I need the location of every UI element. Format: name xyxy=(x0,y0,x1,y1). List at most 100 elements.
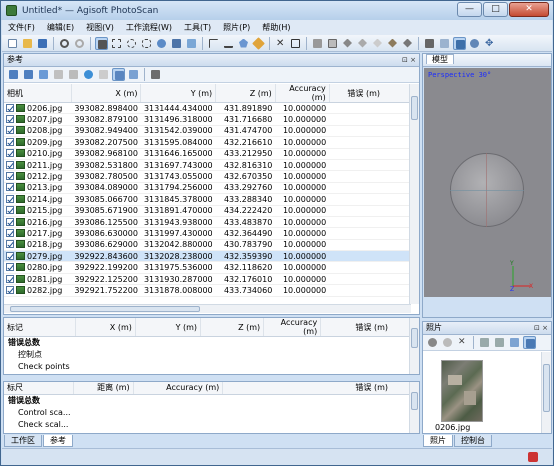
reset-view-icon[interactable] xyxy=(468,37,481,50)
remove-icon[interactable]: ✕ xyxy=(456,336,469,349)
optimize-icon[interactable] xyxy=(52,68,65,81)
free-select-icon[interactable] xyxy=(140,37,153,50)
camera-row[interactable]: 0279.jpg 392922.843600 3132028.238000 432.3… xyxy=(4,250,411,263)
polygon-icon[interactable] xyxy=(237,37,250,50)
new-icon[interactable] xyxy=(6,37,19,50)
col-marker-x[interactable]: X (m) xyxy=(75,318,136,337)
col-scalebar-accuracy[interactable]: Accuracy (m) xyxy=(133,382,224,395)
menu-file[interactable]: 文件(F) xyxy=(2,20,41,35)
rotate-object-icon[interactable] xyxy=(155,37,168,50)
scalebars-vscrollbar[interactable] xyxy=(409,382,419,433)
col-scalebar[interactable]: 标尺 xyxy=(4,382,75,395)
photo-view-icon[interactable] xyxy=(523,336,536,349)
tab-workspace[interactable]: 工作区 xyxy=(4,435,42,447)
delete-icon[interactable]: ✕ xyxy=(274,37,287,50)
camera-name-cell[interactable]: 0211.jpg xyxy=(4,159,72,172)
rect-select-icon[interactable] xyxy=(110,37,123,50)
model-viewport[interactable]: Perspective 30° Y Z X xyxy=(424,68,551,297)
camera-row[interactable]: 0282.jpg 392921.752200 3131878.008000 433.7… xyxy=(4,284,411,297)
col-camera[interactable]: 相机 xyxy=(4,84,72,103)
model-view-icon[interactable] xyxy=(311,37,324,50)
maximize-button[interactable]: □ xyxy=(483,2,508,17)
shaded-icon[interactable] xyxy=(341,37,354,50)
ruler-icon[interactable] xyxy=(222,37,235,50)
camera-name-cell[interactable]: 0280.jpg xyxy=(4,261,72,274)
photos-panel-controls[interactable]: ⊡ × xyxy=(534,322,548,334)
camera-row[interactable]: 0218.jpg 393086.629000 3132042.880000 430.7… xyxy=(4,239,411,252)
settings-icon[interactable] xyxy=(149,68,162,81)
camera-row[interactable]: 0208.jpg 393082.949400 3131542.039000 431.4… xyxy=(4,125,411,138)
camera-checkbox[interactable] xyxy=(6,183,14,192)
camera-name-cell[interactable]: 0207.jpg xyxy=(4,113,72,126)
camera-checkbox[interactable] xyxy=(6,160,14,169)
camera-name-cell[interactable]: 0282.jpg xyxy=(4,284,72,297)
camera-row[interactable]: 0217.jpg 393086.630000 3131997.430000 432.3… xyxy=(4,227,411,240)
save-icon[interactable] xyxy=(36,37,49,50)
camera-row[interactable]: 0212.jpg 393082.780500 3131743.055000 432.6… xyxy=(4,170,411,183)
draw-icon[interactable] xyxy=(252,36,265,50)
camera-checkbox[interactable] xyxy=(6,274,14,283)
camera-row[interactable]: 0213.jpg 393084.089000 3131794.256000 433.2… xyxy=(4,182,411,195)
tab-console[interactable]: 控制台 xyxy=(454,435,492,447)
view-errors-icon[interactable] xyxy=(127,68,140,81)
col-marker-z[interactable]: Z (m) xyxy=(200,318,265,337)
camera-row[interactable]: 0207.jpg 393082.879100 3131496.318000 431.7… xyxy=(4,113,411,126)
camera-row[interactable]: 0209.jpg 393082.207500 3131595.084000 432.2… xyxy=(4,136,411,149)
wireframe-icon[interactable] xyxy=(371,37,384,50)
camera-checkbox[interactable] xyxy=(6,228,14,237)
camera-name-cell[interactable]: 0218.jpg xyxy=(4,239,72,252)
crop-icon[interactable] xyxy=(289,37,302,50)
camera-checkbox[interactable] xyxy=(6,240,14,249)
minimize-button[interactable]: — xyxy=(457,2,482,17)
refresh-icon[interactable] xyxy=(82,68,95,81)
view-estimated-icon[interactable] xyxy=(112,68,125,81)
camera-checkbox[interactable] xyxy=(6,126,14,135)
camera-name-cell[interactable]: 0209.jpg xyxy=(4,136,72,149)
camera-name-cell[interactable]: 0281.jpg xyxy=(4,273,72,286)
camera-name-cell[interactable]: 0217.jpg xyxy=(4,227,72,240)
view-source-icon[interactable] xyxy=(97,68,110,81)
cameras-show-icon[interactable] xyxy=(438,37,451,50)
col-distance[interactable]: 距离 (m) xyxy=(73,382,134,395)
menu-view[interactable]: 视图(V) xyxy=(80,20,120,35)
camera-name-cell[interactable]: 0214.jpg xyxy=(4,193,72,206)
camera-row[interactable]: 0280.jpg 392922.199200 3131975.536000 432.1… xyxy=(4,261,411,274)
col-z[interactable]: Z (m) xyxy=(215,84,276,103)
camera-row[interactable]: 0211.jpg 393082.531800 3131697.743000 432.8… xyxy=(4,159,411,172)
region-icon[interactable]: ✥ xyxy=(483,37,496,50)
camera-checkbox[interactable] xyxy=(6,206,14,215)
panel-controls[interactable]: ⊡ × xyxy=(402,54,416,66)
convert-icon[interactable] xyxy=(37,68,50,81)
col-x[interactable]: X (m) xyxy=(71,84,142,103)
camera-name-cell[interactable]: 0215.jpg xyxy=(4,205,72,217)
check-scalebars-item[interactable]: Check scal... xyxy=(8,419,419,431)
photo-thumbnail[interactable] xyxy=(441,360,483,422)
menu-edit[interactable]: 编辑(E) xyxy=(41,20,80,35)
reference-vscrollbar[interactable] xyxy=(409,84,419,304)
camera-checkbox[interactable] xyxy=(6,194,14,203)
col-error[interactable]: 错误 (m) xyxy=(329,84,411,103)
camera-checkbox[interactable] xyxy=(6,263,14,272)
circle-select-icon[interactable] xyxy=(125,37,138,50)
tiled-icon[interactable] xyxy=(401,37,414,50)
tab-photos[interactable]: 照片 xyxy=(423,435,453,447)
solid-icon[interactable] xyxy=(356,37,369,50)
camera-checkbox[interactable] xyxy=(6,115,14,124)
move-object-icon[interactable] xyxy=(170,37,183,50)
navigation-icon[interactable] xyxy=(95,36,108,50)
export-icon[interactable] xyxy=(22,68,35,81)
control-points-item[interactable]: 控制点 xyxy=(8,349,419,361)
camera-name-cell[interactable]: 0206.jpg xyxy=(4,102,72,115)
col-marker-accuracy[interactable]: Accuracy (m) xyxy=(263,318,322,337)
rotate-left-icon[interactable] xyxy=(478,336,491,349)
col-marker-error[interactable]: 错误 (m) xyxy=(320,318,419,337)
show-images-icon[interactable] xyxy=(453,36,466,50)
col-y[interactable]: Y (m) xyxy=(140,84,217,103)
enable-icon[interactable] xyxy=(426,336,439,349)
photos-vscrollbar[interactable] xyxy=(541,352,551,433)
close-button[interactable]: ✕ xyxy=(509,2,549,17)
grid-icon[interactable] xyxy=(326,37,339,50)
control-scalebars-item[interactable]: Control sca... xyxy=(8,407,419,419)
camera-checkbox[interactable] xyxy=(6,137,14,146)
camera-row[interactable]: 0206.jpg 393082.898400 3131444.434000 431.8… xyxy=(4,102,411,115)
